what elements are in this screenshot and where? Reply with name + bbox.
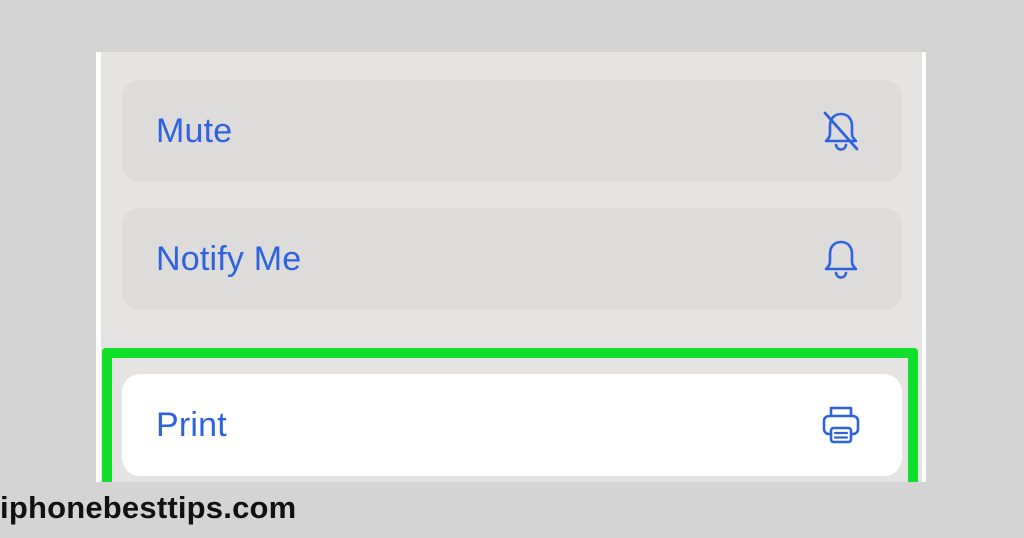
menu-item-print[interactable]: Print — [122, 374, 902, 476]
menu-item-label: Print — [156, 406, 227, 445]
printer-icon — [816, 400, 866, 450]
source-watermark: iphonebesttips.com — [0, 490, 296, 526]
menu-item-label: Mute — [156, 112, 232, 151]
menu-item-notify-me[interactable]: Notify Me — [122, 208, 902, 310]
share-sheet-panel: Mute Notify Me Print — [96, 52, 926, 482]
menu-item-label: Notify Me — [156, 240, 301, 279]
menu-item-mute[interactable]: Mute — [122, 80, 902, 182]
bell-icon — [816, 234, 866, 284]
bell-slash-icon — [816, 106, 866, 156]
